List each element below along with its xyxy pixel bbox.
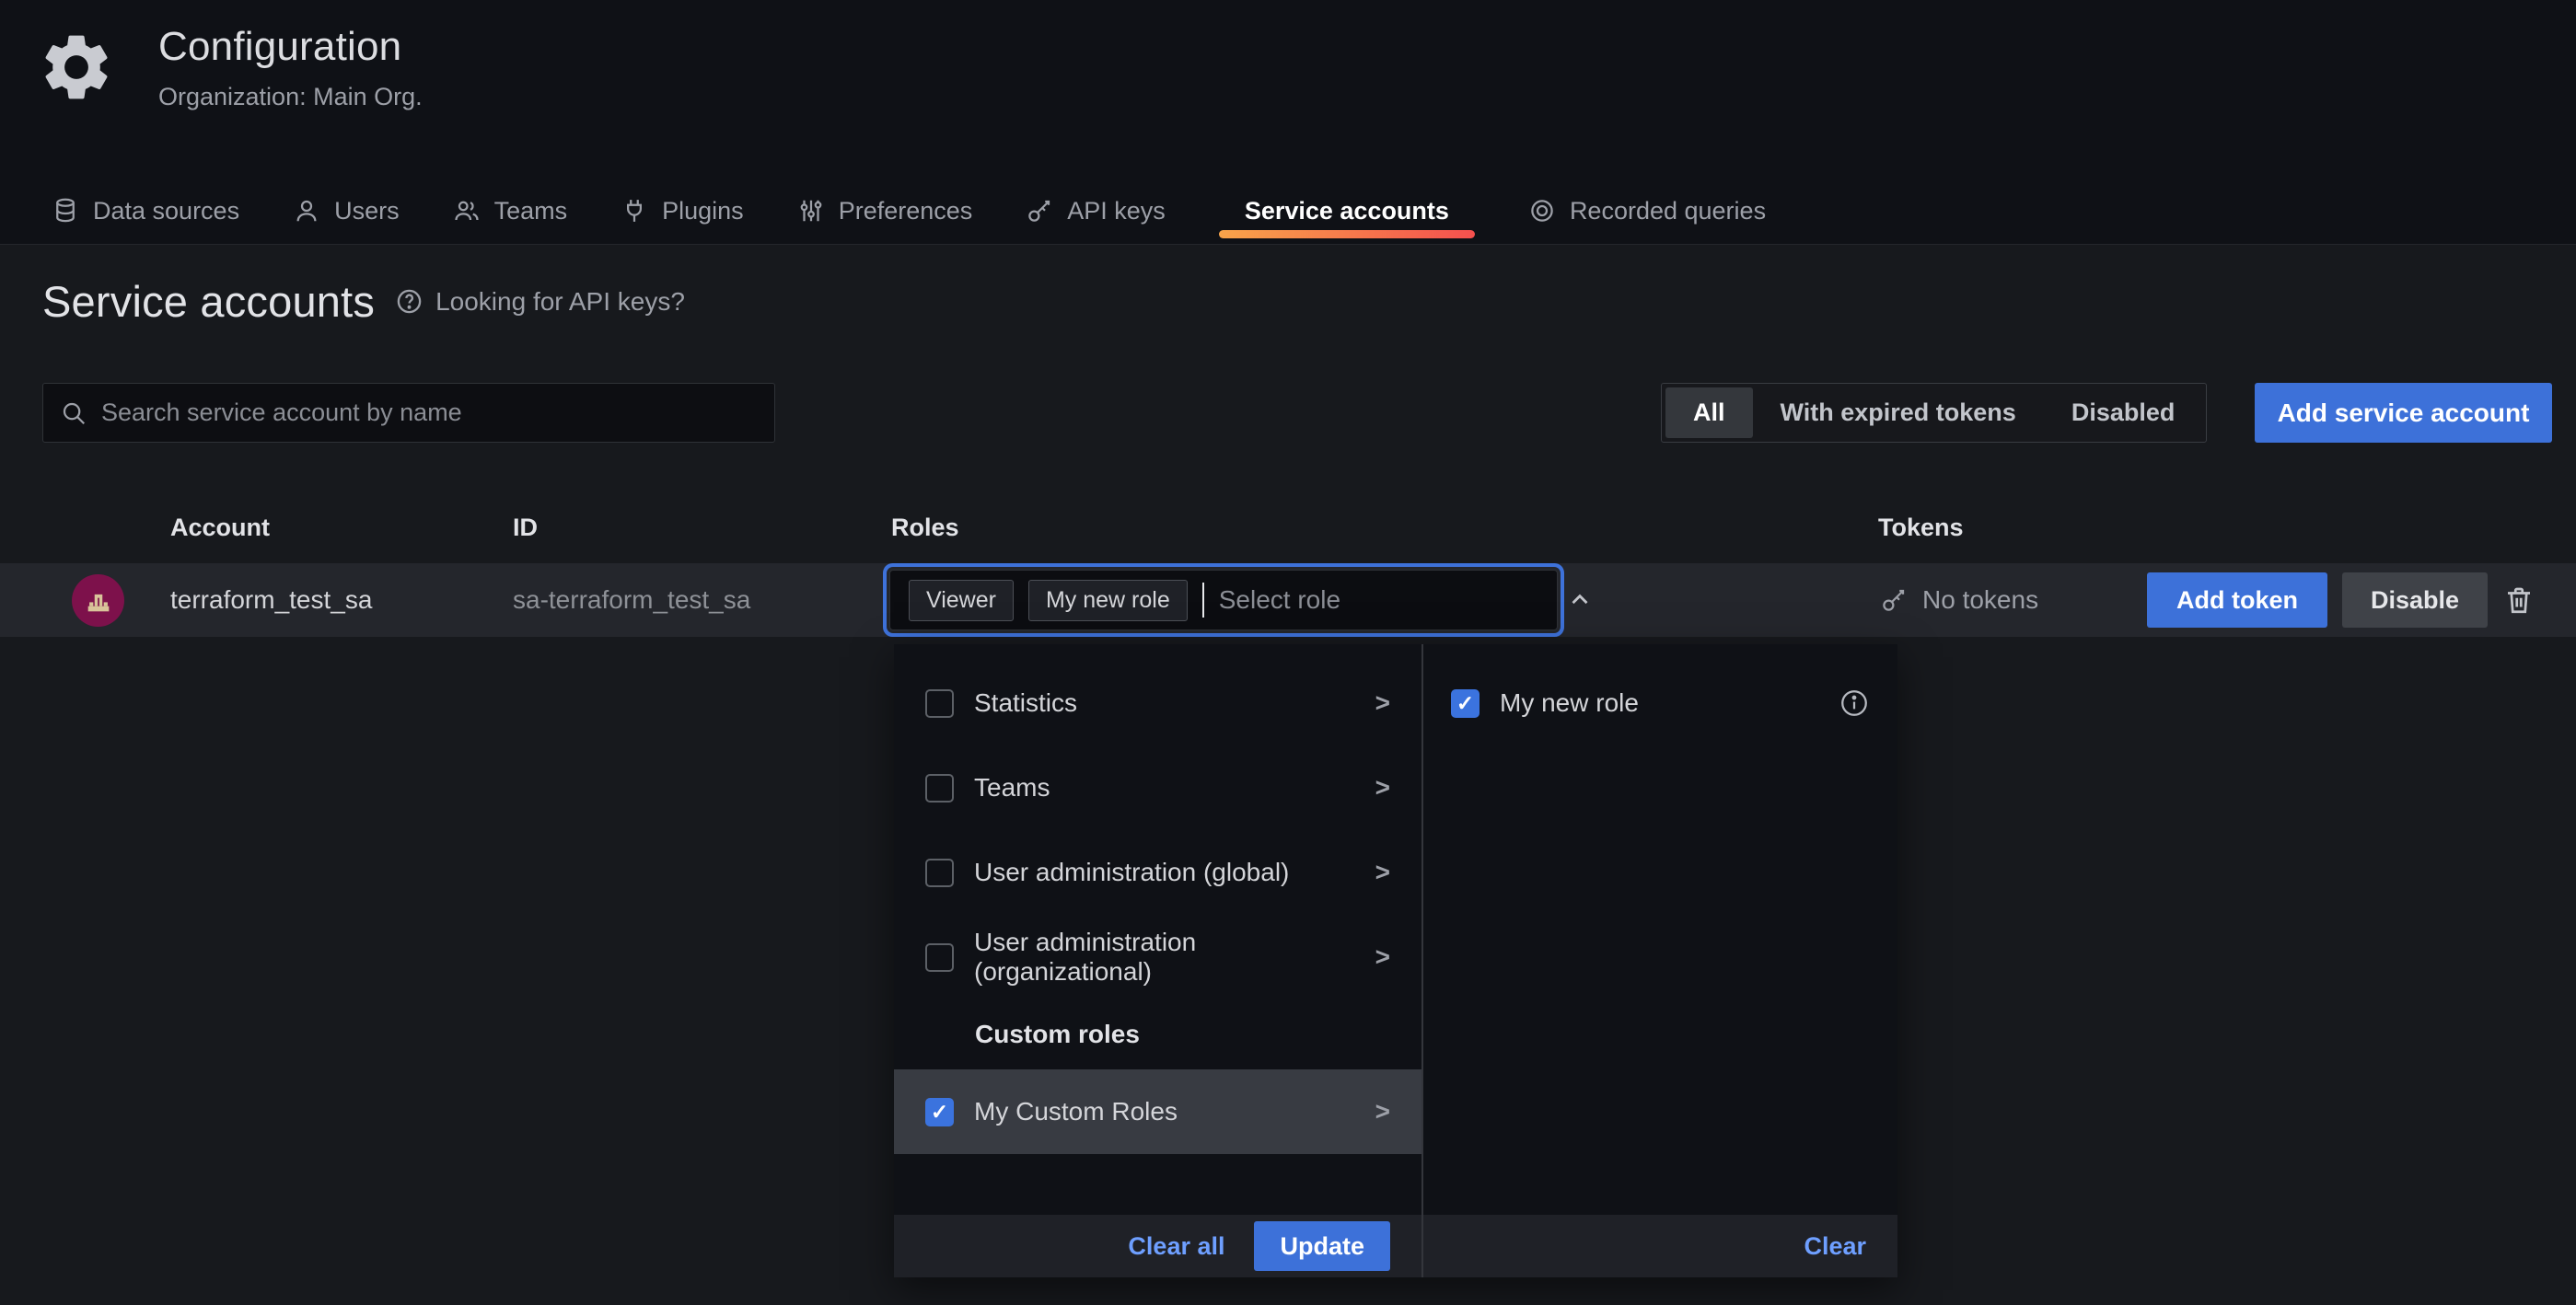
key-icon [1026,197,1053,225]
users-icon [453,197,481,225]
database-icon [52,197,79,225]
active-tab-underline [1219,230,1475,238]
chevron-right-icon: > [1375,858,1390,887]
text-cursor [1202,583,1204,618]
tab-service-accounts[interactable]: Service accounts [1219,178,1475,244]
custom-roles-section-label: Custom roles [894,999,1421,1069]
api-keys-help-link[interactable]: Looking for API keys? [395,287,685,317]
page-heading: Service accounts Looking for API keys? [42,276,685,327]
role-groups-list: Statistics > Teams > User administration… [894,644,1421,1154]
search-icon [60,399,87,427]
filter-all[interactable]: All [1665,387,1753,438]
tab-bar: Data sources Users Teams [52,178,1766,244]
user-icon [293,197,320,225]
group-user-administration-global[interactable]: User administration (global) > [894,830,1421,915]
account-id: sa-terraform_test_sa [513,585,750,615]
tab-label: API keys [1067,197,1166,225]
column-header-id: ID [513,514,538,542]
role-picker-dropdown: Statistics > Teams > User administration… [894,644,1897,1277]
page-title: Service accounts [42,276,375,327]
tab-preferences[interactable]: Preferences [797,178,973,244]
update-button[interactable]: Update [1254,1221,1390,1271]
app-title-block: Configuration Organization: Main Org. [158,24,423,111]
group-my-custom-roles[interactable]: My Custom Roles > [894,1069,1421,1154]
select-role-input[interactable] [1219,585,1551,615]
checkbox-unchecked[interactable] [925,689,954,718]
clear-all-button[interactable]: Clear all [1128,1232,1224,1261]
tab-plugins[interactable]: Plugins [621,178,744,244]
tokens-status: No tokens [1880,585,2038,615]
add-service-account-button[interactable]: Add service account [2255,383,2552,443]
checkbox-unchecked[interactable] [925,859,954,887]
dropdown-footer: Clear all Update [894,1215,1421,1277]
record-icon [1528,197,1556,225]
tab-label: Service accounts [1245,197,1449,225]
tab-label: Data sources [93,197,239,225]
gear-icon [37,28,116,107]
checkbox-checked[interactable] [925,1098,954,1126]
top-bar: Configuration Organization: Main Org. Da… [0,0,2576,245]
tab-label: Preferences [839,197,973,225]
tab-label: Plugins [662,197,744,225]
help-text: Looking for API keys? [435,287,685,317]
role-tag-my-new-role[interactable]: My new role [1028,580,1188,621]
chevron-up-icon[interactable] [1566,586,1594,614]
group-teams[interactable]: Teams > [894,745,1421,830]
tab-label: Recorded queries [1570,197,1766,225]
filter-disabled[interactable]: Disabled [2044,387,2203,438]
group-label: Teams [974,773,1050,803]
column-header-tokens: Tokens [1878,514,1964,542]
group-statistics[interactable]: Statistics > [894,661,1421,745]
search-box [42,383,775,443]
delete-icon[interactable] [2501,582,2537,618]
column-header-account: Account [170,514,270,542]
submenu-item-my-new-role[interactable]: My new role [1423,661,1897,745]
tokens-text: No tokens [1922,585,2038,615]
tab-api-keys[interactable]: API keys [1026,178,1166,244]
app-header: Configuration Organization: Main Org. [0,0,2576,111]
role-picker-input[interactable]: Viewer My new role [889,570,1558,630]
filter-with-expired-tokens[interactable]: With expired tokens [1753,387,2044,438]
add-token-button[interactable]: Add token [2147,572,2327,628]
page-header-title: Configuration [158,24,423,70]
token-key-icon [1880,586,1908,614]
group-label: My Custom Roles [974,1097,1178,1126]
role-groups-panel: Statistics > Teams > User administration… [894,644,1421,1277]
tab-teams[interactable]: Teams [453,178,568,244]
submenu-item-label: My new role [1500,688,1639,718]
page-header-subtitle: Organization: Main Org. [158,83,423,111]
service-account-row: terraform_test_sa sa-terraform_test_sa V… [0,563,2576,637]
disable-button[interactable]: Disable [2342,572,2488,628]
account-name[interactable]: terraform_test_sa [170,585,372,615]
group-label: Statistics [974,688,1077,718]
filter-radio-group: All With expired tokens Disabled [1661,383,2207,443]
checkbox-unchecked[interactable] [925,774,954,803]
tab-data-sources[interactable]: Data sources [52,178,239,244]
column-header-roles: Roles [891,514,959,542]
question-circle-icon [395,287,424,316]
tab-users[interactable]: Users [293,178,400,244]
role-tag-viewer[interactable]: Viewer [909,580,1014,621]
group-label: User administration (global) [974,858,1289,887]
checkbox-checked[interactable] [1451,689,1479,718]
checkbox-unchecked[interactable] [925,943,954,972]
chevron-right-icon: > [1375,688,1390,718]
service-account-avatar [72,574,124,627]
tab-label: Teams [494,197,568,225]
group-label: User administration (organizational) [974,928,1355,987]
submenu-list: My new role [1423,644,1897,745]
clear-button[interactable]: Clear [1804,1232,1866,1261]
group-user-administration-organizational[interactable]: User administration (organizational) > [894,915,1421,999]
chevron-right-icon: > [1375,773,1390,803]
sliders-icon [797,197,825,225]
chevron-right-icon: > [1375,1097,1390,1126]
tab-label: Users [334,197,400,225]
submenu-footer: Clear [1423,1215,1897,1277]
info-icon[interactable] [1839,687,1870,719]
role-submenu-panel: My new role Clear [1423,644,1897,1277]
tab-recorded-queries[interactable]: Recorded queries [1528,178,1766,244]
search-input[interactable] [101,398,758,427]
plug-icon [621,197,648,225]
chevron-right-icon: > [1375,942,1390,972]
